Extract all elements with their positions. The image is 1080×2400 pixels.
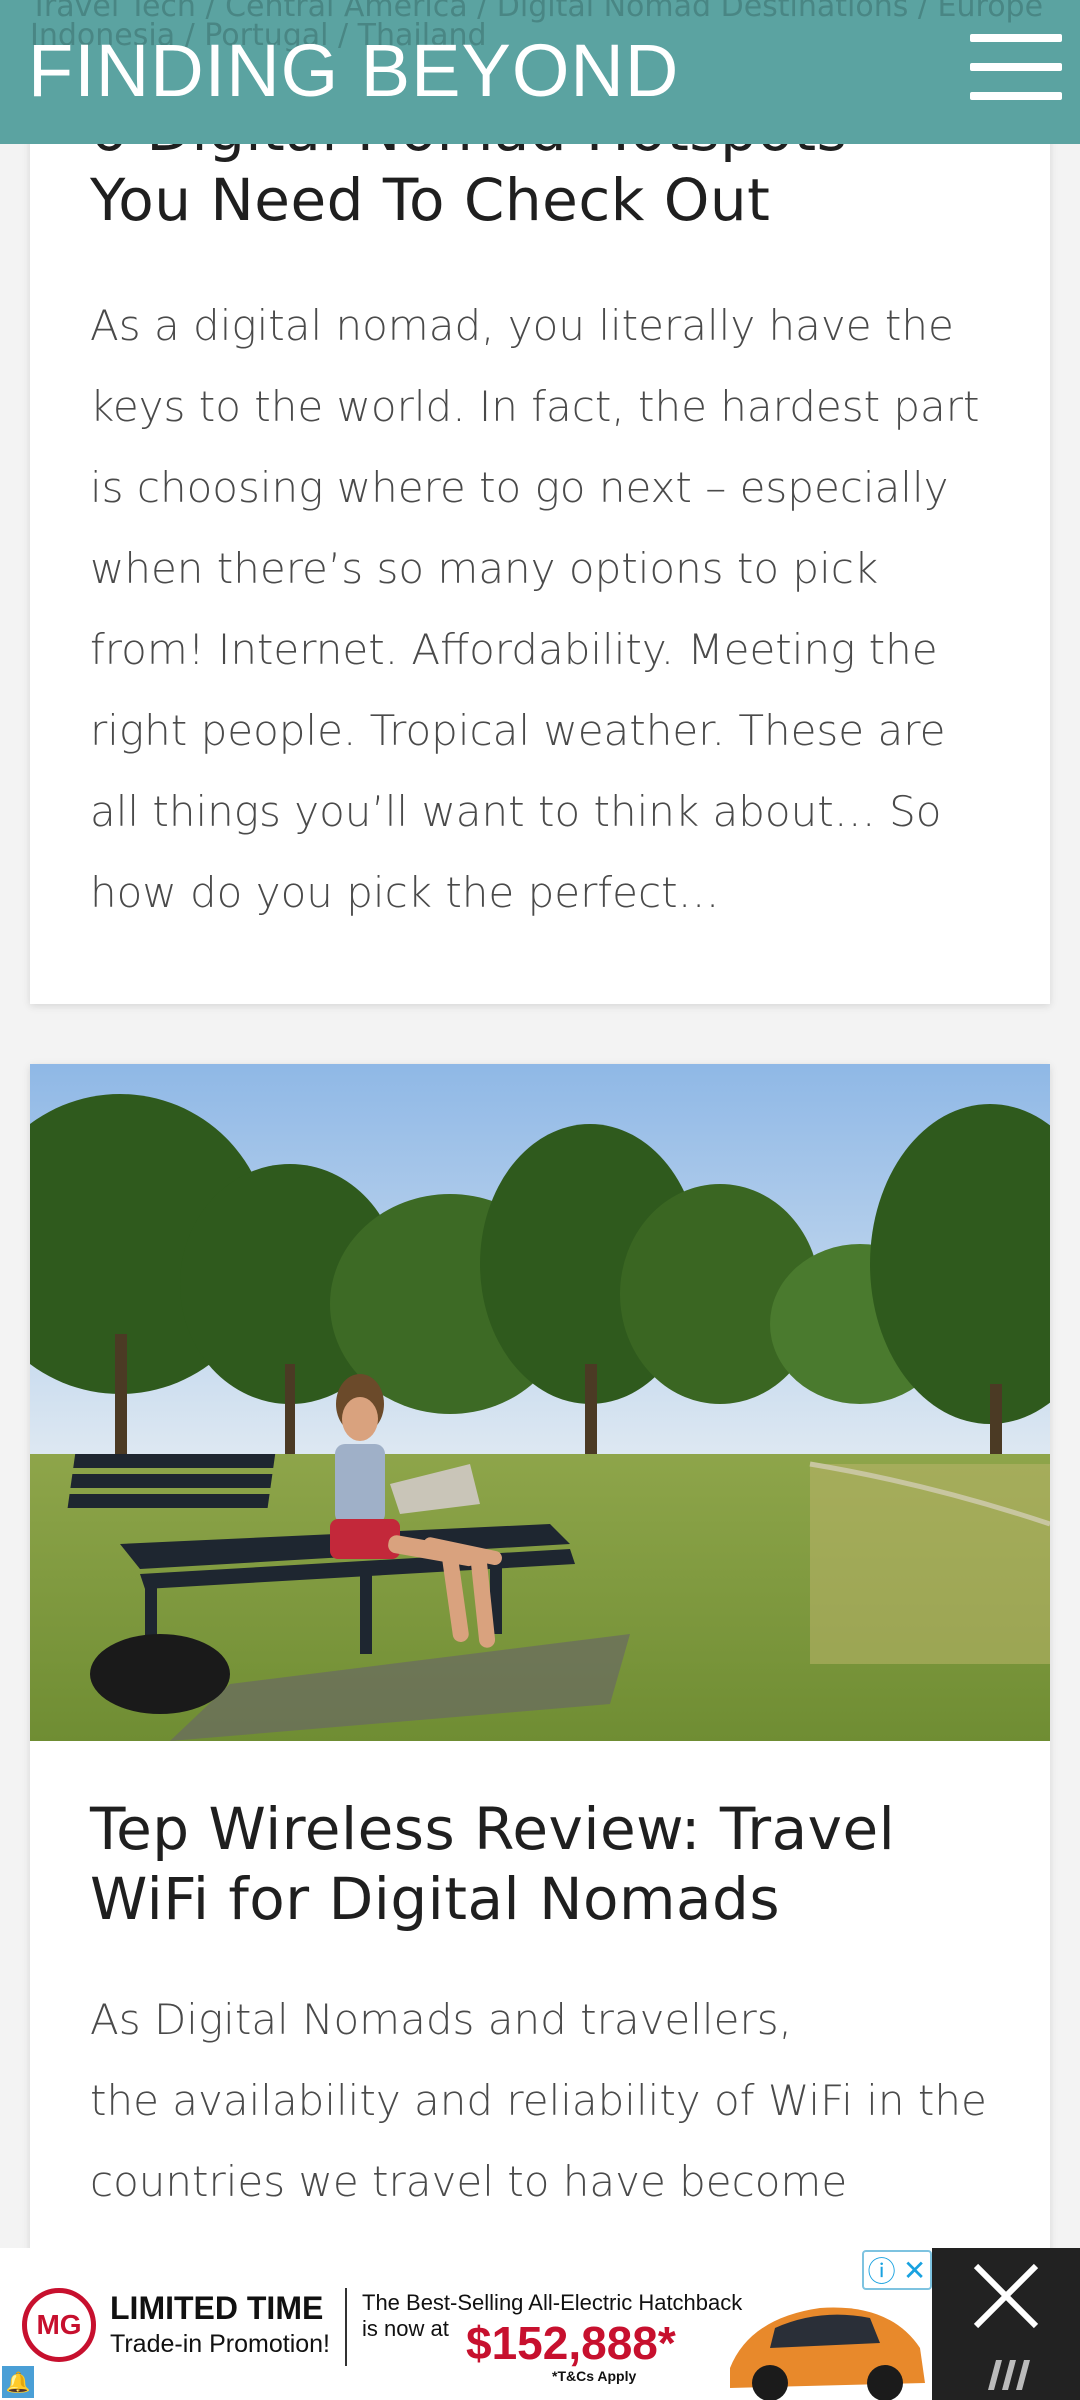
excerpt-line: the availability and reliability of WiFi… <box>90 2076 987 2125</box>
site-logo[interactable]: FINDING BEYOND <box>28 26 679 116</box>
car-image <box>730 2307 925 2400</box>
excerpt-line: from! Internet. Affordability. Meeting t… <box>90 625 938 674</box>
post-card-2[interactable]: Tep Wireless Review: Travel WiFi for Dig… <box>30 1064 1050 2364</box>
ad-divider <box>345 2288 347 2366</box>
ad-copy-line1: The Best-Selling All-Electric Hatchback <box>362 2290 743 2315</box>
ad-banner[interactable]: MG LIMITED TIME Trade-in Promotion! The … <box>0 2248 1080 2400</box>
post-featured-image[interactable] <box>30 1064 1050 1741</box>
excerpt-line: keys to the world. In fact, the hardest … <box>90 382 980 431</box>
excerpt-line: when there’s so many options to pick <box>90 544 879 593</box>
menu-bar <box>970 34 1062 42</box>
menu-bar <box>970 63 1062 71</box>
post-title-line2: You Need To Check Out <box>90 166 771 234</box>
ad-headline: LIMITED TIME <box>110 2290 324 2326</box>
excerpt-line: all things you’ll want to think about… S… <box>90 787 942 836</box>
post-title-line1: Tep Wireless Review: Travel <box>90 1795 896 1863</box>
post-excerpt: As Digital Nomads and travellers, the av… <box>90 1979 1030 2222</box>
ad-content[interactable]: MG LIMITED TIME Trade-in Promotion! The … <box>0 2248 932 2400</box>
ad-subline: Trade-in Promotion! <box>110 2330 330 2358</box>
ad-close-panel[interactable] <box>932 2248 1080 2400</box>
excerpt-line: countries we travel to have become <box>90 2157 848 2206</box>
post-title-line2: WiFi for Digital Nomads <box>90 1865 781 1933</box>
excerpt-line: right people. Tropical weather. These ar… <box>90 706 946 755</box>
post-card-1[interactable]: 6 Digital Nomad Hotspots You Need To Che… <box>30 40 1050 1004</box>
ad-network-icon <box>988 2360 1030 2390</box>
close-icon[interactable] <box>970 2260 1042 2332</box>
park-bench-photo <box>30 1064 1050 1741</box>
hamburger-menu-icon[interactable] <box>970 30 1062 104</box>
mg-logo: MG <box>22 2288 96 2362</box>
post-title[interactable]: Tep Wireless Review: Travel WiFi for Dig… <box>90 1794 1010 1934</box>
notification-bell-icon[interactable]: 🔔 <box>2 2366 34 2398</box>
adchoices-icon[interactable]: ⓘ ✕ <box>862 2250 932 2290</box>
excerpt-line: how do you pick the perfect… <box>90 868 720 917</box>
menu-bar <box>970 92 1062 100</box>
post-excerpt: As a digital nomad, you literally have t… <box>90 285 1030 933</box>
ad-price: $152,888* <box>466 2317 676 2369</box>
ad-terms: *T&Cs Apply <box>552 2368 637 2384</box>
site-header: Travel Tech / Central America / Digital … <box>0 0 1080 144</box>
excerpt-line: As Digital Nomads and travellers, <box>90 1995 792 2044</box>
excerpt-line: is choosing where to go next – especiall… <box>90 463 949 512</box>
excerpt-line: As a digital nomad, you literally have t… <box>90 301 954 350</box>
